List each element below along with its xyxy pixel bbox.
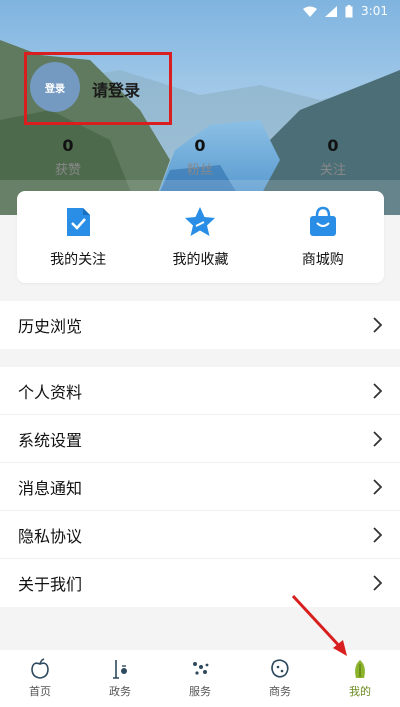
avatar-text: 登录 bbox=[45, 83, 65, 95]
tab-label: 我的 bbox=[349, 685, 371, 698]
tab-label: 首页 bbox=[29, 685, 51, 698]
stat-value: 0 bbox=[62, 136, 74, 155]
document-check-icon bbox=[67, 208, 91, 236]
tab-label: 政务 bbox=[109, 685, 131, 698]
my-favorites-label: 我的收藏 bbox=[172, 252, 229, 268]
chevron-right-icon bbox=[373, 526, 382, 543]
stat-label: 获赞 bbox=[54, 163, 81, 178]
menu-item-label: 系统设置 bbox=[18, 430, 83, 450]
menu-item-profile[interactable]: 个人资料 bbox=[0, 367, 400, 415]
tab-label: 商务 bbox=[269, 685, 291, 698]
mall-shopping-label: 商城购 bbox=[301, 252, 344, 268]
menu-item-about[interactable]: 关于我们 bbox=[0, 559, 400, 607]
tab-label: 服务 bbox=[189, 685, 211, 698]
star-icon bbox=[185, 207, 216, 236]
my-favorites-button[interactable]: 我的收藏 bbox=[145, 205, 255, 269]
chevron-right-icon bbox=[373, 317, 382, 333]
stat-label: 粉丝 bbox=[186, 163, 213, 178]
business-icon bbox=[271, 659, 289, 678]
menu-item-label: 个人资料 bbox=[18, 382, 83, 402]
stat-value: 0 bbox=[327, 136, 339, 155]
stat-fans[interactable]: 0 粉丝 bbox=[165, 136, 235, 178]
login-area[interactable]: 登录 请登录 bbox=[26, 56, 171, 122]
stat-value: 0 bbox=[194, 136, 206, 155]
stat-label: 关注 bbox=[319, 163, 346, 178]
avatar[interactable]: 登录 bbox=[30, 62, 80, 112]
stat-following[interactable]: 0 关注 bbox=[298, 136, 368, 178]
login-prompt[interactable]: 请登录 bbox=[92, 77, 140, 101]
menu-item-notifications[interactable]: 消息通知 bbox=[0, 463, 400, 511]
profile-leaf-icon bbox=[355, 660, 365, 678]
chevron-right-icon bbox=[373, 575, 382, 591]
tab-government[interactable]: 政务 bbox=[90, 658, 150, 699]
menu-item-label: 消息通知 bbox=[18, 478, 83, 498]
history-section: 历史浏览 bbox=[0, 301, 400, 349]
history-row[interactable]: 历史浏览 bbox=[0, 301, 400, 349]
chevron-right-icon bbox=[373, 382, 382, 399]
menu-item-settings[interactable]: 系统设置 bbox=[0, 415, 400, 463]
my-follows-label: 我的关注 bbox=[50, 252, 107, 268]
chevron-right-icon bbox=[373, 430, 382, 447]
tab-mine[interactable]: 我的 bbox=[330, 658, 390, 699]
my-follows-button[interactable]: 我的关注 bbox=[23, 205, 133, 269]
bottom-tab-bar: 首页 政务 服务 商务 我的 bbox=[0, 650, 400, 707]
menu-item-privacy[interactable]: 隐私协议 bbox=[0, 511, 400, 559]
menu-item-label: 关于我们 bbox=[18, 575, 83, 594]
settings-menu: 个人资料 系统设置 消息通知 隐私协议 关于我们 bbox=[0, 367, 400, 607]
quick-actions-card: 我的关注 我的收藏 商城购 bbox=[17, 191, 384, 283]
mall-shopping-button[interactable]: 商城购 bbox=[268, 205, 378, 269]
shopping-bag-icon bbox=[309, 206, 336, 236]
battery-icon bbox=[345, 4, 353, 18]
status-bar: 3:01 bbox=[0, 0, 400, 22]
tab-business[interactable]: 商务 bbox=[250, 658, 310, 699]
service-icon bbox=[193, 662, 209, 675]
history-label: 历史浏览 bbox=[18, 317, 83, 336]
government-icon bbox=[113, 660, 127, 679]
stat-likes[interactable]: 0 获赞 bbox=[33, 136, 103, 178]
menu-item-label: 隐私协议 bbox=[18, 526, 83, 546]
tab-service[interactable]: 服务 bbox=[170, 658, 230, 699]
chevron-right-icon bbox=[373, 478, 382, 495]
stats-row: 0 获赞 0 粉丝 0 关注 bbox=[0, 136, 400, 186]
wifi-icon bbox=[303, 6, 318, 17]
signal-icon bbox=[325, 5, 338, 17]
status-time: 3:01 bbox=[361, 4, 388, 18]
tab-home[interactable]: 首页 bbox=[10, 658, 70, 699]
apple-icon bbox=[31, 658, 49, 679]
